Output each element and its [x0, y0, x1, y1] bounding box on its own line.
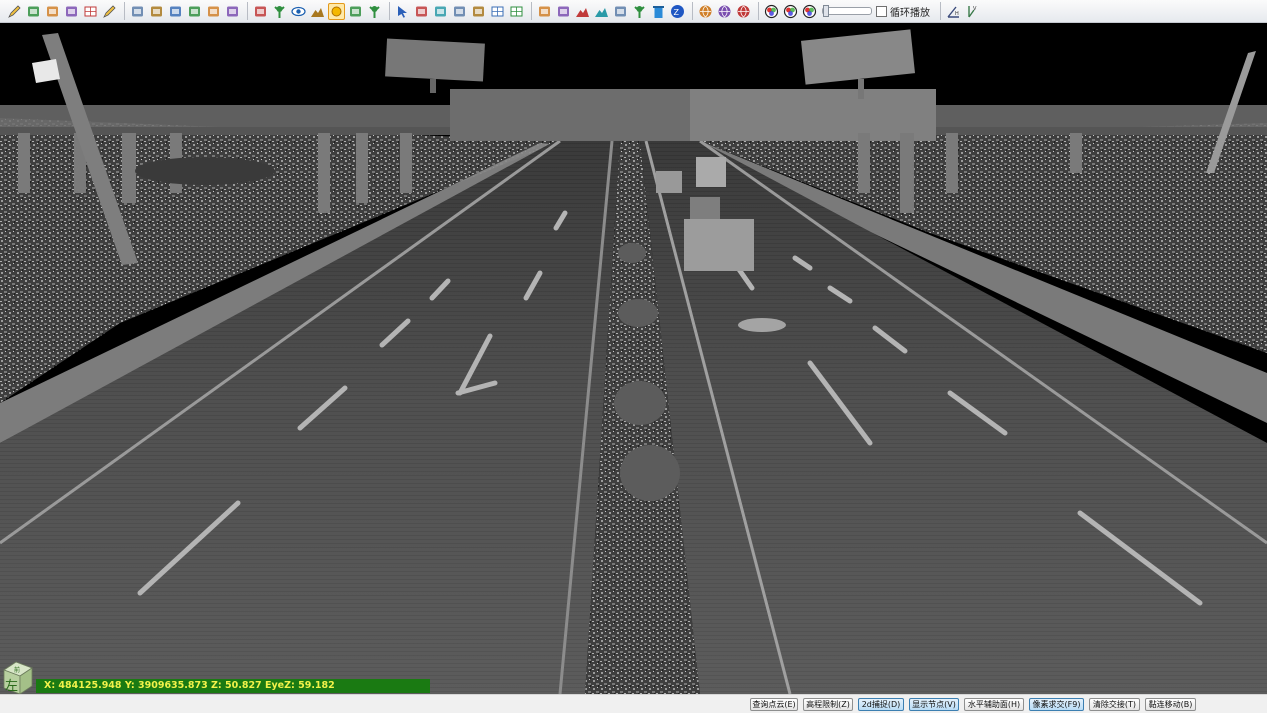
toolbar-separator — [124, 2, 125, 20]
vertical-icon[interactable]: V — [964, 3, 981, 20]
rgb-circle-icon[interactable] — [763, 3, 780, 20]
globe-icon[interactable] — [697, 3, 714, 20]
window-copy-icon[interactable] — [129, 3, 146, 20]
toolbar-separator — [247, 2, 248, 20]
rgb-circle-2-icon[interactable] — [782, 3, 799, 20]
playback-slider[interactable] — [822, 5, 872, 17]
tools-icon[interactable] — [252, 3, 269, 20]
toolbar-separator — [389, 2, 390, 20]
elevation-icon[interactable] — [167, 3, 184, 20]
target-icon[interactable] — [205, 3, 222, 20]
node-edit-icon[interactable] — [432, 3, 449, 20]
zoom-icon[interactable] — [63, 3, 80, 20]
layers-icon[interactable] — [44, 3, 61, 20]
curve-icon[interactable] — [347, 3, 364, 20]
toolbar-icon-group: Z — [6, 2, 820, 20]
billboard-right — [801, 29, 915, 85]
grid-panel-icon[interactable] — [82, 3, 99, 20]
rgb-circle-3-icon[interactable] — [801, 3, 818, 20]
2d-capture-button[interactable]: 2d捕捉(D) — [858, 698, 904, 711]
toolbar-separator — [692, 2, 693, 20]
elevation-limit-button[interactable]: 高程限制(Z) — [803, 698, 853, 711]
toolbar-separator — [940, 2, 941, 20]
query-point-cloud-button[interactable]: 查询点云(E) — [750, 698, 798, 711]
clear-intersect-button[interactable]: 清除交接(T) — [1089, 698, 1140, 711]
polygon-icon[interactable] — [536, 3, 553, 20]
sun-icon[interactable] — [328, 2, 345, 20]
cursor-icon[interactable] — [394, 3, 411, 20]
svg-text:Z: Z — [674, 8, 680, 17]
window-move-icon[interactable] — [148, 3, 165, 20]
loop-play-label: 循环播放 — [890, 7, 930, 19]
terrain-icon[interactable] — [309, 3, 326, 20]
playback-slider-thumb[interactable] — [823, 5, 829, 17]
svg-text:H: H — [955, 11, 959, 17]
gantry-sign-right — [690, 89, 936, 141]
toolbar-separator — [531, 2, 532, 20]
gantry-sign-left — [450, 89, 690, 141]
point-cloud-viewport[interactable]: 左 前 X: 484125.948 Y: 3909635.873 Z: 50.8… — [0, 23, 1267, 694]
eye-icon[interactable] — [290, 3, 307, 20]
pixel-intersect-button[interactable]: 像素求交(F9) — [1029, 698, 1084, 711]
view-cube[interactable]: 左 前 — [2, 660, 34, 694]
coordinate-readout: X: 484125.948 Y: 3909635.873 Z: 50.827 E… — [36, 679, 430, 693]
globe-color-icon[interactable] — [716, 3, 733, 20]
horizontal-assist-button[interactable]: 水平辅助面(H) — [964, 698, 1024, 711]
snap-move-button[interactable]: 黏连移动(B) — [1145, 698, 1196, 711]
fork-icon[interactable] — [366, 3, 383, 20]
main-toolbar: Z 循环播放 H V — [0, 0, 1267, 23]
toolbar-separator — [758, 2, 759, 20]
save-icon[interactable] — [25, 3, 42, 20]
search-zoom-icon[interactable] — [186, 3, 203, 20]
ruler-icon[interactable] — [489, 3, 506, 20]
angle-icon[interactable]: H — [945, 3, 962, 20]
globe-green-icon[interactable] — [735, 3, 752, 20]
image-edit-icon[interactable] — [451, 3, 468, 20]
tree-icon[interactable] — [271, 3, 288, 20]
view-cube-label: 左 — [5, 679, 18, 694]
surface-icon[interactable] — [555, 3, 572, 20]
delete-icon[interactable] — [650, 3, 667, 20]
grid-lines-icon[interactable] — [508, 3, 525, 20]
mountain-icon[interactable] — [593, 3, 610, 20]
plant-icon[interactable] — [631, 3, 648, 20]
draw-pencil-icon[interactable] — [101, 3, 118, 20]
show-nodes-button[interactable]: 显示节点(V) — [909, 698, 959, 711]
view-cube-top-label: 前 — [14, 666, 20, 674]
car — [738, 318, 786, 332]
select-box-icon[interactable] — [224, 3, 241, 20]
loop-play-checkbox[interactable] — [876, 5, 887, 17]
status-bar: 查询点云(E) 高程限制(Z) 2d捕捉(D) 显示节点(V) 水平辅助面(H)… — [0, 694, 1267, 713]
svg-text:V: V — [973, 6, 977, 12]
measure-icon[interactable] — [470, 3, 487, 20]
cut-icon[interactable] — [612, 3, 629, 20]
vector-edit-icon[interactable] — [413, 3, 430, 20]
z-axis-icon[interactable]: Z — [669, 3, 686, 20]
billboard-left — [385, 38, 485, 82]
chart-icon[interactable] — [574, 3, 591, 20]
point-cloud-scene — [0, 29, 1267, 694]
edit-pencil-icon[interactable] — [6, 3, 23, 20]
van — [656, 171, 682, 193]
